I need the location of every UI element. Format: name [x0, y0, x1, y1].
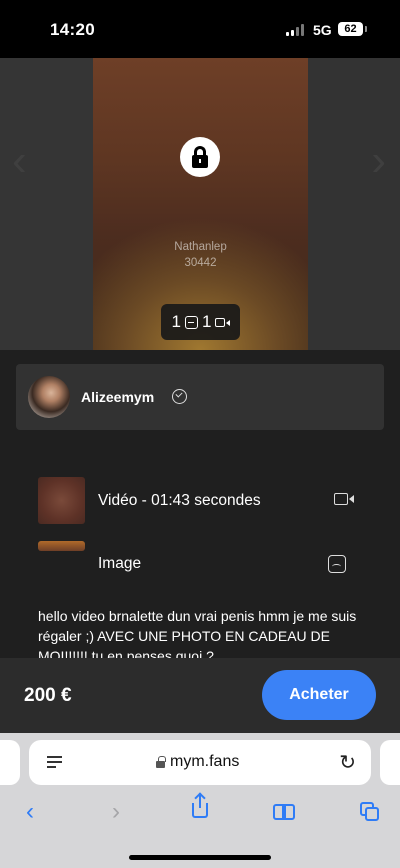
url-text[interactable]: mym.fans	[170, 753, 239, 771]
media-carousel[interactable]: ‹ › Nathanlep 30442 1 1	[0, 58, 400, 350]
locked-media-preview[interactable]: Nathanlep 30442 1 1	[93, 58, 308, 350]
media-count-badge: 1 1	[161, 304, 240, 340]
video-thumbnail	[38, 477, 85, 524]
lock-icon	[156, 756, 166, 768]
back-icon[interactable]: ‹	[15, 797, 45, 827]
image-label: Image	[98, 555, 142, 572]
watermark-id: 30442	[184, 257, 217, 269]
cellular-signal-icon	[286, 24, 306, 36]
list-item-image: Image	[38, 540, 348, 586]
buy-button[interactable]: Acheter	[262, 670, 376, 720]
reload-icon[interactable]: ↻	[339, 750, 356, 775]
next-tab-preview[interactable]	[380, 740, 400, 785]
image-icon	[185, 315, 198, 329]
lock-icon	[180, 137, 220, 177]
video-camera-icon	[215, 317, 231, 327]
video-camera-icon	[334, 493, 354, 505]
creator-card[interactable]: Alizeemym	[16, 364, 384, 430]
previous-arrow-icon[interactable]: ‹	[12, 136, 27, 186]
post-description: hello video brnalette dun vrai penis hmm…	[38, 608, 357, 658]
creator-name[interactable]: Alizeemym	[81, 389, 154, 405]
share-icon[interactable]	[185, 794, 215, 827]
bookmarks-icon[interactable]	[270, 797, 300, 827]
status-bar: 14:20 5G 62	[0, 0, 400, 58]
home-indicator	[129, 855, 271, 860]
image-thumbnail	[38, 541, 85, 551]
battery-icon: 62	[338, 22, 367, 36]
image-count: 1	[171, 312, 181, 331]
browser-toolbar: mym.fans ↻ ‹ ›	[0, 733, 400, 868]
watermark-username: Nathanlep	[174, 241, 227, 253]
tabs-icon[interactable]	[355, 797, 385, 827]
avatar[interactable]	[28, 376, 70, 418]
address-bar[interactable]: mym.fans ↻	[29, 740, 371, 785]
next-arrow-icon[interactable]: ›	[371, 136, 386, 186]
video-label: Vidéo - 01:43 secondes	[98, 492, 261, 509]
previous-tab-preview[interactable]	[0, 740, 20, 785]
verified-check-icon	[172, 389, 187, 404]
content-panel: Alizeemym Vidéo - 01:43 secondes Image h…	[0, 350, 400, 658]
purchase-bar: 200 € Acheter	[0, 658, 400, 733]
image-icon	[328, 555, 346, 573]
page-menu-icon[interactable]	[47, 756, 62, 769]
list-item-video: Vidéo - 01:43 secondes	[38, 477, 354, 524]
status-time: 14:20	[50, 20, 95, 39]
price: 200 €	[24, 685, 72, 706]
video-count: 1	[202, 312, 212, 331]
forward-icon[interactable]: ›	[101, 797, 131, 827]
network-type: 5G	[313, 22, 332, 38]
